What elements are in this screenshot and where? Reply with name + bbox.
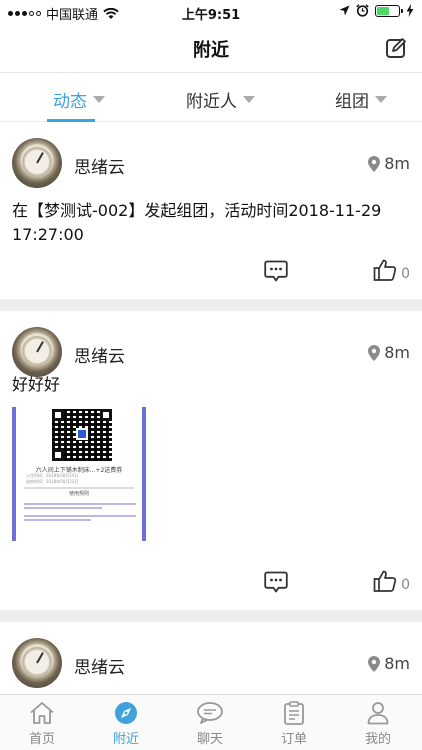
clipboard-icon	[284, 701, 304, 725]
avatar[interactable]	[12, 327, 62, 377]
distance-value: 8m	[384, 654, 410, 673]
thumbs-up-icon	[373, 570, 397, 592]
post-username[interactable]: 思绪云	[74, 342, 125, 367]
distance-value: 8m	[384, 343, 410, 362]
post-content: 在【梦测试-002】发起组团，活动时间2018-11-29 17:27:00	[12, 201, 382, 244]
qr-code-image	[52, 409, 112, 461]
tab-nearby-people[interactable]: 附近人	[186, 87, 255, 112]
location-arrow-icon	[339, 5, 350, 16]
avatar[interactable]	[12, 638, 62, 688]
tabbar-item-nearby[interactable]: 附近	[96, 701, 156, 747]
home-icon	[30, 702, 54, 724]
battery-icon	[375, 4, 403, 17]
tabbar-label: 聊天	[196, 732, 223, 747]
bottom-tab-bar: 首页 附近 聊天 订单 我的	[0, 694, 422, 750]
status-right	[339, 4, 414, 17]
like-count: 0	[401, 266, 410, 282]
location-pin-icon	[368, 655, 381, 672]
caret-down-icon	[375, 96, 387, 103]
tabbar-label: 首页	[28, 732, 55, 747]
location-pin-icon	[368, 344, 381, 361]
avatar[interactable]	[12, 138, 62, 188]
distance-value: 8m	[384, 154, 410, 173]
post-divider	[0, 610, 422, 622]
charging-icon	[406, 4, 414, 17]
ticket-rules-heading: 使用规则	[68, 491, 89, 497]
post-distance: 8m	[368, 654, 410, 673]
tab-label: 附近人	[186, 92, 237, 112]
compass-icon	[115, 702, 137, 724]
status-bar: 中国联通 上午9:51	[0, 0, 422, 24]
tabbar-item-home[interactable]: 首页	[12, 701, 72, 747]
comment-icon[interactable]	[264, 260, 288, 282]
thumbs-up-icon	[373, 259, 397, 281]
like-button[interactable]: 0	[373, 258, 410, 282]
tabbar-label: 订单	[280, 732, 307, 747]
location-pin-icon	[368, 155, 381, 172]
chat-icon	[197, 702, 223, 724]
comment-icon[interactable]	[264, 571, 288, 593]
like-count: 0	[401, 577, 410, 593]
tab-groups[interactable]: 组团	[335, 87, 387, 112]
post-card: 思绪云 8m 好好好 六人间上下铺木制床...+2送费券 入住时间：2018年0…	[0, 311, 422, 610]
feed[interactable]: 思绪云 8m 在【梦测试-002】发起组团，活动时间2018-11-29 17:…	[0, 122, 422, 712]
like-button[interactable]: 0	[373, 569, 410, 593]
page-title: 附近	[193, 40, 229, 61]
person-icon	[367, 702, 389, 725]
tabbar-label: 我的	[364, 732, 391, 747]
post-content: 好好好	[12, 375, 61, 394]
caret-down-icon	[243, 96, 255, 103]
edit-icon[interactable]	[384, 36, 408, 60]
filter-tabs: 动态 附近人 组团	[0, 72, 422, 122]
alarm-icon	[356, 4, 369, 17]
post-distance: 8m	[368, 154, 410, 173]
tabbar-label: 附近	[112, 732, 139, 747]
navigation-bar: 附近	[0, 24, 422, 72]
ticket-divider	[24, 487, 134, 489]
ticket-checkout: 退房时间：2018年08月23日	[26, 479, 79, 484]
tabbar-item-orders[interactable]: 订单	[264, 701, 324, 747]
post-distance: 8m	[368, 343, 410, 362]
tab-label: 动态	[53, 92, 87, 112]
post-username[interactable]: 思绪云	[74, 653, 125, 678]
tab-dynamics[interactable]: 动态	[53, 87, 105, 112]
tabbar-item-profile[interactable]: 我的	[348, 701, 408, 747]
post-divider	[0, 299, 422, 311]
caret-down-icon	[93, 96, 105, 103]
ticket-rule-line	[24, 501, 136, 523]
post-card: 思绪云 8m 在【梦测试-002】发起组团，活动时间2018-11-29 17:…	[0, 122, 422, 299]
post-image[interactable]: 六人间上下铺木制床...+2送费券 入住时间：2018年08月10日 退房时间：…	[12, 407, 146, 541]
tab-label: 组团	[335, 92, 369, 112]
post-username[interactable]: 思绪云	[74, 153, 125, 178]
tabbar-item-chat[interactable]: 聊天	[180, 701, 240, 747]
